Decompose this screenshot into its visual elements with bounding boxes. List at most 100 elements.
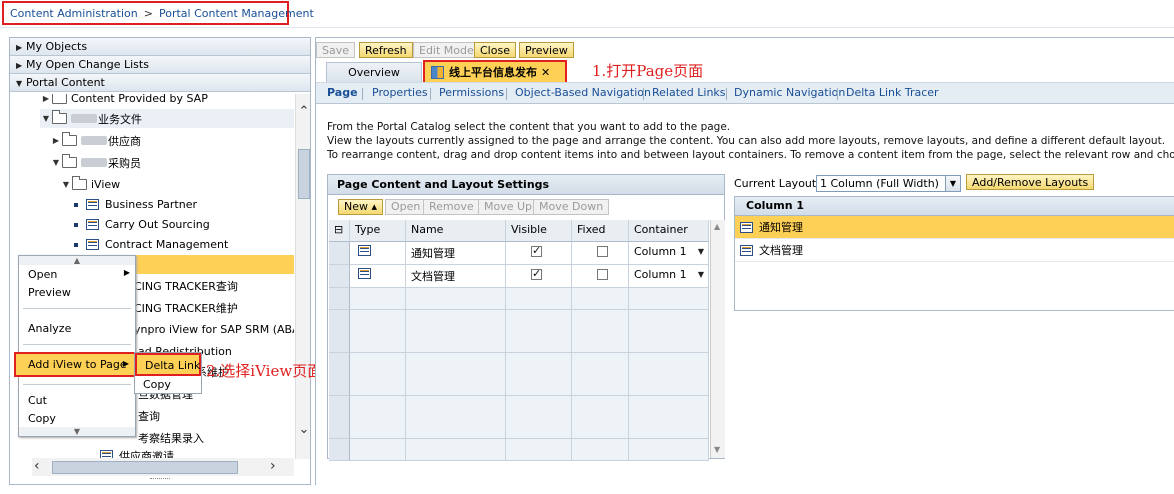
checkbox-unchecked-icon[interactable] (597, 269, 608, 280)
tree-node[interactable]: ▼ iView (60, 175, 120, 194)
row-selector[interactable] (329, 374, 350, 396)
menu-item-analyze[interactable]: Analyze (19, 319, 135, 337)
expand-right-icon[interactable]: ▶ (40, 94, 52, 103)
resize-grip[interactable] (150, 478, 170, 481)
menu-scroll-down-icon[interactable]: ▼ (19, 427, 135, 436)
chevron-down-icon[interactable]: ▼ (698, 270, 704, 279)
chevron-down-icon[interactable]: ▼ (945, 175, 961, 192)
tree-node-label: 采购员 (108, 156, 141, 170)
breadcrumb-root-link[interactable]: Content Administration (10, 7, 138, 20)
save-button[interactable]: Save (316, 42, 356, 58)
container-select[interactable]: Column 1 ▼ (629, 265, 709, 288)
menu-item-preview[interactable]: Preview (19, 283, 135, 301)
section-my-open-change-lists[interactable]: ▶ My Open Change Lists (10, 56, 310, 74)
visible-checkbox[interactable] (506, 242, 572, 265)
open-button[interactable]: Open (385, 199, 427, 215)
new-button[interactable]: New ▴ (338, 199, 384, 215)
tree-node[interactable]: ▶ 供应商 (50, 131, 141, 150)
move-up-button[interactable]: Move Up (478, 199, 539, 215)
tree-node[interactable]: 考察结果录入 (138, 428, 204, 447)
row-selector[interactable] (329, 265, 350, 288)
tab-page-active[interactable]: 线上平台信息发布 ✕ (423, 60, 567, 84)
checkbox-checked-icon[interactable] (531, 244, 542, 257)
column-header-name[interactable]: Name (406, 220, 506, 242)
row-selector[interactable] (329, 288, 350, 310)
menu-item-open[interactable]: Open ▶ (19, 265, 135, 283)
checkbox-checked-icon[interactable] (531, 267, 542, 280)
subtab-related-links[interactable]: Related Links (652, 86, 726, 99)
column-header-container[interactable]: Container (629, 220, 709, 242)
expand-down-icon[interactable]: ▼ (50, 158, 62, 167)
close-button[interactable]: Close (474, 42, 516, 58)
preview-button[interactable]: Preview (519, 42, 574, 58)
layout-item[interactable]: 文档管理 (735, 239, 1174, 262)
row-selector[interactable] (329, 417, 350, 439)
expand-down-icon[interactable]: ▼ (40, 114, 52, 123)
column-header-fixed[interactable]: Fixed (572, 220, 629, 242)
expand-right-icon[interactable]: ▶ (50, 136, 62, 145)
table-settings-icon[interactable]: ⊟ (329, 220, 350, 242)
scroll-thumb[interactable] (298, 149, 310, 199)
submenu-item-copy[interactable]: Copy (135, 377, 201, 393)
row-selector[interactable] (329, 395, 350, 418)
menu-item-cut[interactable]: Cut (19, 391, 135, 409)
tree-horizontal-scrollbar[interactable]: ‹ › (32, 458, 294, 476)
move-down-button[interactable]: Move Down (533, 199, 610, 215)
column-header-type[interactable]: Type (350, 220, 406, 242)
scroll-right-icon[interactable]: › (270, 458, 276, 474)
tree-node[interactable]: ▶ Content Provided by SAP (40, 94, 208, 108)
chevron-down-icon[interactable]: ▼ (698, 247, 704, 256)
layout-item[interactable]: 通知管理 (735, 216, 1174, 239)
tree-node[interactable]: CING TRACKER查询 (134, 276, 238, 295)
refresh-button[interactable]: Refresh (359, 42, 413, 58)
subtab-permissions[interactable]: Permissions (439, 86, 504, 99)
table-vertical-scrollbar[interactable]: ▲ ▼ (710, 220, 725, 458)
row-selector[interactable] (329, 309, 350, 332)
row-selector[interactable] (329, 242, 350, 265)
scroll-up-icon[interactable]: ▲ (714, 222, 720, 231)
scroll-left-icon[interactable]: ‹ (34, 458, 40, 474)
add-remove-layouts-button[interactable]: Add/Remove Layouts (966, 174, 1095, 190)
submenu-item-delta-link[interactable]: Delta Link (135, 353, 201, 376)
tree-node[interactable]: ynpro iView for SAP SRM (ABA (134, 320, 294, 339)
tree-node[interactable]: Contract Management (74, 235, 228, 254)
menu-scroll-up-icon[interactable]: ▲ (19, 256, 135, 265)
tab-overview[interactable]: Overview (326, 62, 422, 82)
close-tab-icon[interactable]: ✕ (541, 66, 550, 79)
tree-node[interactable]: ▼ 业务文件 (40, 109, 294, 128)
row-selector[interactable] (329, 352, 350, 375)
menu-item-copy[interactable]: Copy (19, 409, 135, 427)
tree-node[interactable]: 查询 (138, 406, 160, 425)
subtab-dynamic-navigation[interactable]: Dynamic Navigation (734, 86, 845, 99)
scroll-up-icon[interactable]: ⌃ (296, 104, 310, 119)
tree-vertical-scrollbar[interactable]: ⌃ ⌄ (295, 94, 310, 459)
scroll-down-icon[interactable]: ⌄ (296, 422, 310, 437)
current-layout-select[interactable]: 1 Column (Full Width) ▼ (816, 175, 961, 192)
checkbox-unchecked-icon[interactable] (597, 246, 608, 257)
row-selector[interactable] (329, 438, 350, 461)
row-selector[interactable] (329, 331, 350, 353)
fixed-checkbox[interactable] (572, 242, 629, 265)
selected-tree-row[interactable] (130, 255, 294, 274)
scroll-thumb[interactable] (52, 461, 238, 474)
section-my-objects[interactable]: ▶ My Objects (10, 38, 310, 56)
section-portal-content[interactable]: ▼ Portal Content (10, 74, 310, 92)
subtab-object-based-navigation[interactable]: Object-Based Navigation (515, 86, 651, 99)
subtab-page[interactable]: Page (327, 86, 358, 99)
tree-node[interactable]: Business Partner (74, 195, 197, 214)
edit-mode-button[interactable]: Edit Mode (413, 42, 480, 58)
fixed-checkbox[interactable] (572, 265, 629, 288)
visible-checkbox[interactable] (506, 265, 572, 288)
subtab-delta-link-tracer[interactable]: Delta Link Tracer (846, 86, 939, 99)
column-header-visible[interactable]: Visible (506, 220, 572, 242)
subtab-properties[interactable]: Properties (372, 86, 428, 99)
scroll-down-icon[interactable]: ▼ (714, 445, 720, 454)
expand-down-icon[interactable]: ▼ (60, 180, 72, 189)
container-select[interactable]: Column 1 ▼ (629, 242, 709, 265)
menu-item-add-iview-to-page[interactable]: Add iView to Page ▶ (14, 352, 136, 377)
remove-button[interactable]: Remove (423, 199, 480, 215)
breadcrumb-current[interactable]: Portal Content Management (159, 7, 314, 20)
tree-node[interactable]: CING TRACKER维护 (134, 298, 238, 317)
tree-node[interactable]: ▼ 采购员 (50, 153, 141, 172)
tree-node[interactable]: Carry Out Sourcing (74, 215, 210, 234)
